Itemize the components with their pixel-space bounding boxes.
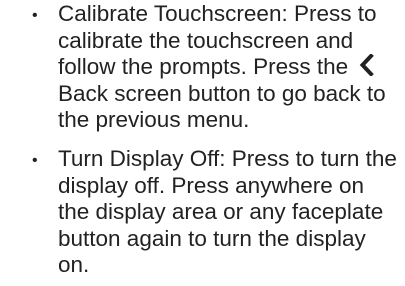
calibrate-text-before-icon: Calibrate Touchscreen: Press to calibrat…	[58, 1, 377, 80]
turn-display-off-text: Turn Display Off: Press to turn the disp…	[58, 145, 397, 278]
list-item-turn-display-off: • Turn Display Off: Press to turn the di…	[0, 146, 405, 279]
instruction-list: • Calibrate Touchscreen: Press to calibr…	[0, 0, 405, 279]
bullet-marker: •	[32, 7, 38, 24]
calibrate-text-after-icon: Back screen button to go back to the pre…	[58, 80, 386, 133]
chevron-left-icon	[358, 54, 375, 77]
list-item-calibrate-touchscreen: • Calibrate Touchscreen: Press to calibr…	[0, 0, 405, 134]
bullet-marker: •	[32, 151, 38, 169]
